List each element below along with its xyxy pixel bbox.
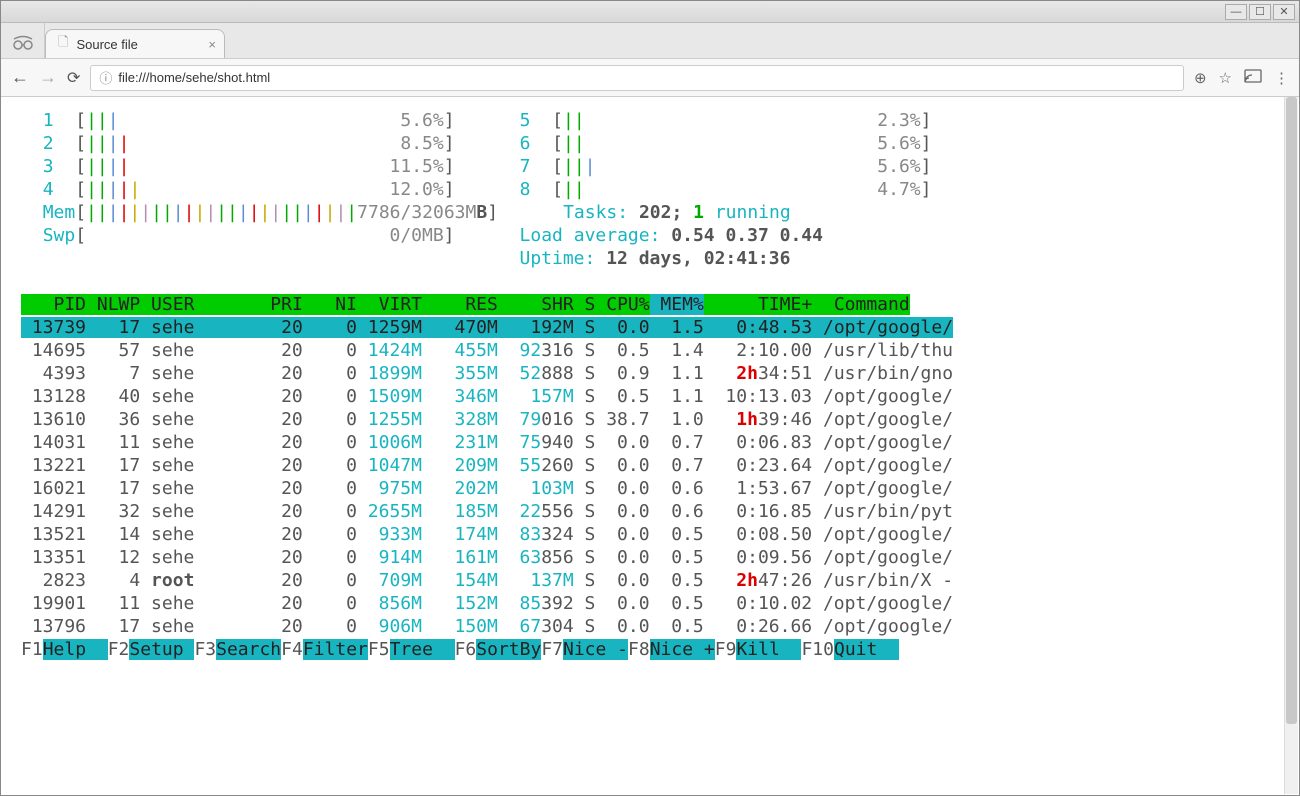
page-content: 1 [||| 5.6%] 5 [|| 2.3%] 2 [|||| 8.5%] 6…	[1, 97, 1299, 795]
browser-tab[interactable]: 🗋 Source file ×	[45, 29, 225, 58]
zoom-icon[interactable]: ⊕	[1194, 69, 1207, 87]
cast-icon[interactable]	[1244, 69, 1262, 87]
bookmark-icon[interactable]: ☆	[1219, 69, 1232, 87]
scrollbar-vertical[interactable]	[1284, 97, 1298, 794]
page-icon: 🗋	[58, 33, 68, 55]
nav-right-icons: ⊕ ☆ ⋮	[1194, 69, 1289, 87]
reload-button[interactable]: ⟳	[67, 68, 80, 88]
menu-icon[interactable]: ⋮	[1274, 69, 1289, 87]
window-titlebar: — ☐ ✕	[1, 1, 1299, 23]
address-text: file:///home/sehe/shot.html	[118, 70, 270, 85]
htop-output: 1 [||| 5.6%] 5 [|| 2.3%] 2 [|||| 8.5%] 6…	[21, 109, 1279, 661]
address-bar[interactable]: ⓘ file:///home/sehe/shot.html	[90, 65, 1184, 91]
window-close-button[interactable]: ✕	[1273, 4, 1295, 20]
window-max-button[interactable]: ☐	[1249, 4, 1271, 20]
forward-button[interactable]: →	[39, 67, 57, 88]
tab-close-icon[interactable]: ×	[208, 37, 216, 52]
scrollbar-thumb[interactable]	[1286, 97, 1297, 724]
tab-strip: 🗋 Source file ×	[1, 23, 1299, 59]
browser-window: — ☐ ✕ 🗋 Source file × ← → ⟳ ⓘ file:///ho…	[0, 0, 1300, 796]
tab-title: Source file	[76, 37, 137, 52]
navbar: ← → ⟳ ⓘ file:///home/sehe/shot.html ⊕ ☆ …	[1, 59, 1299, 97]
back-button[interactable]: ←	[11, 67, 29, 88]
info-icon: ⓘ	[99, 68, 112, 87]
window-min-button[interactable]: —	[1225, 4, 1247, 20]
incognito-icon	[1, 23, 45, 58]
